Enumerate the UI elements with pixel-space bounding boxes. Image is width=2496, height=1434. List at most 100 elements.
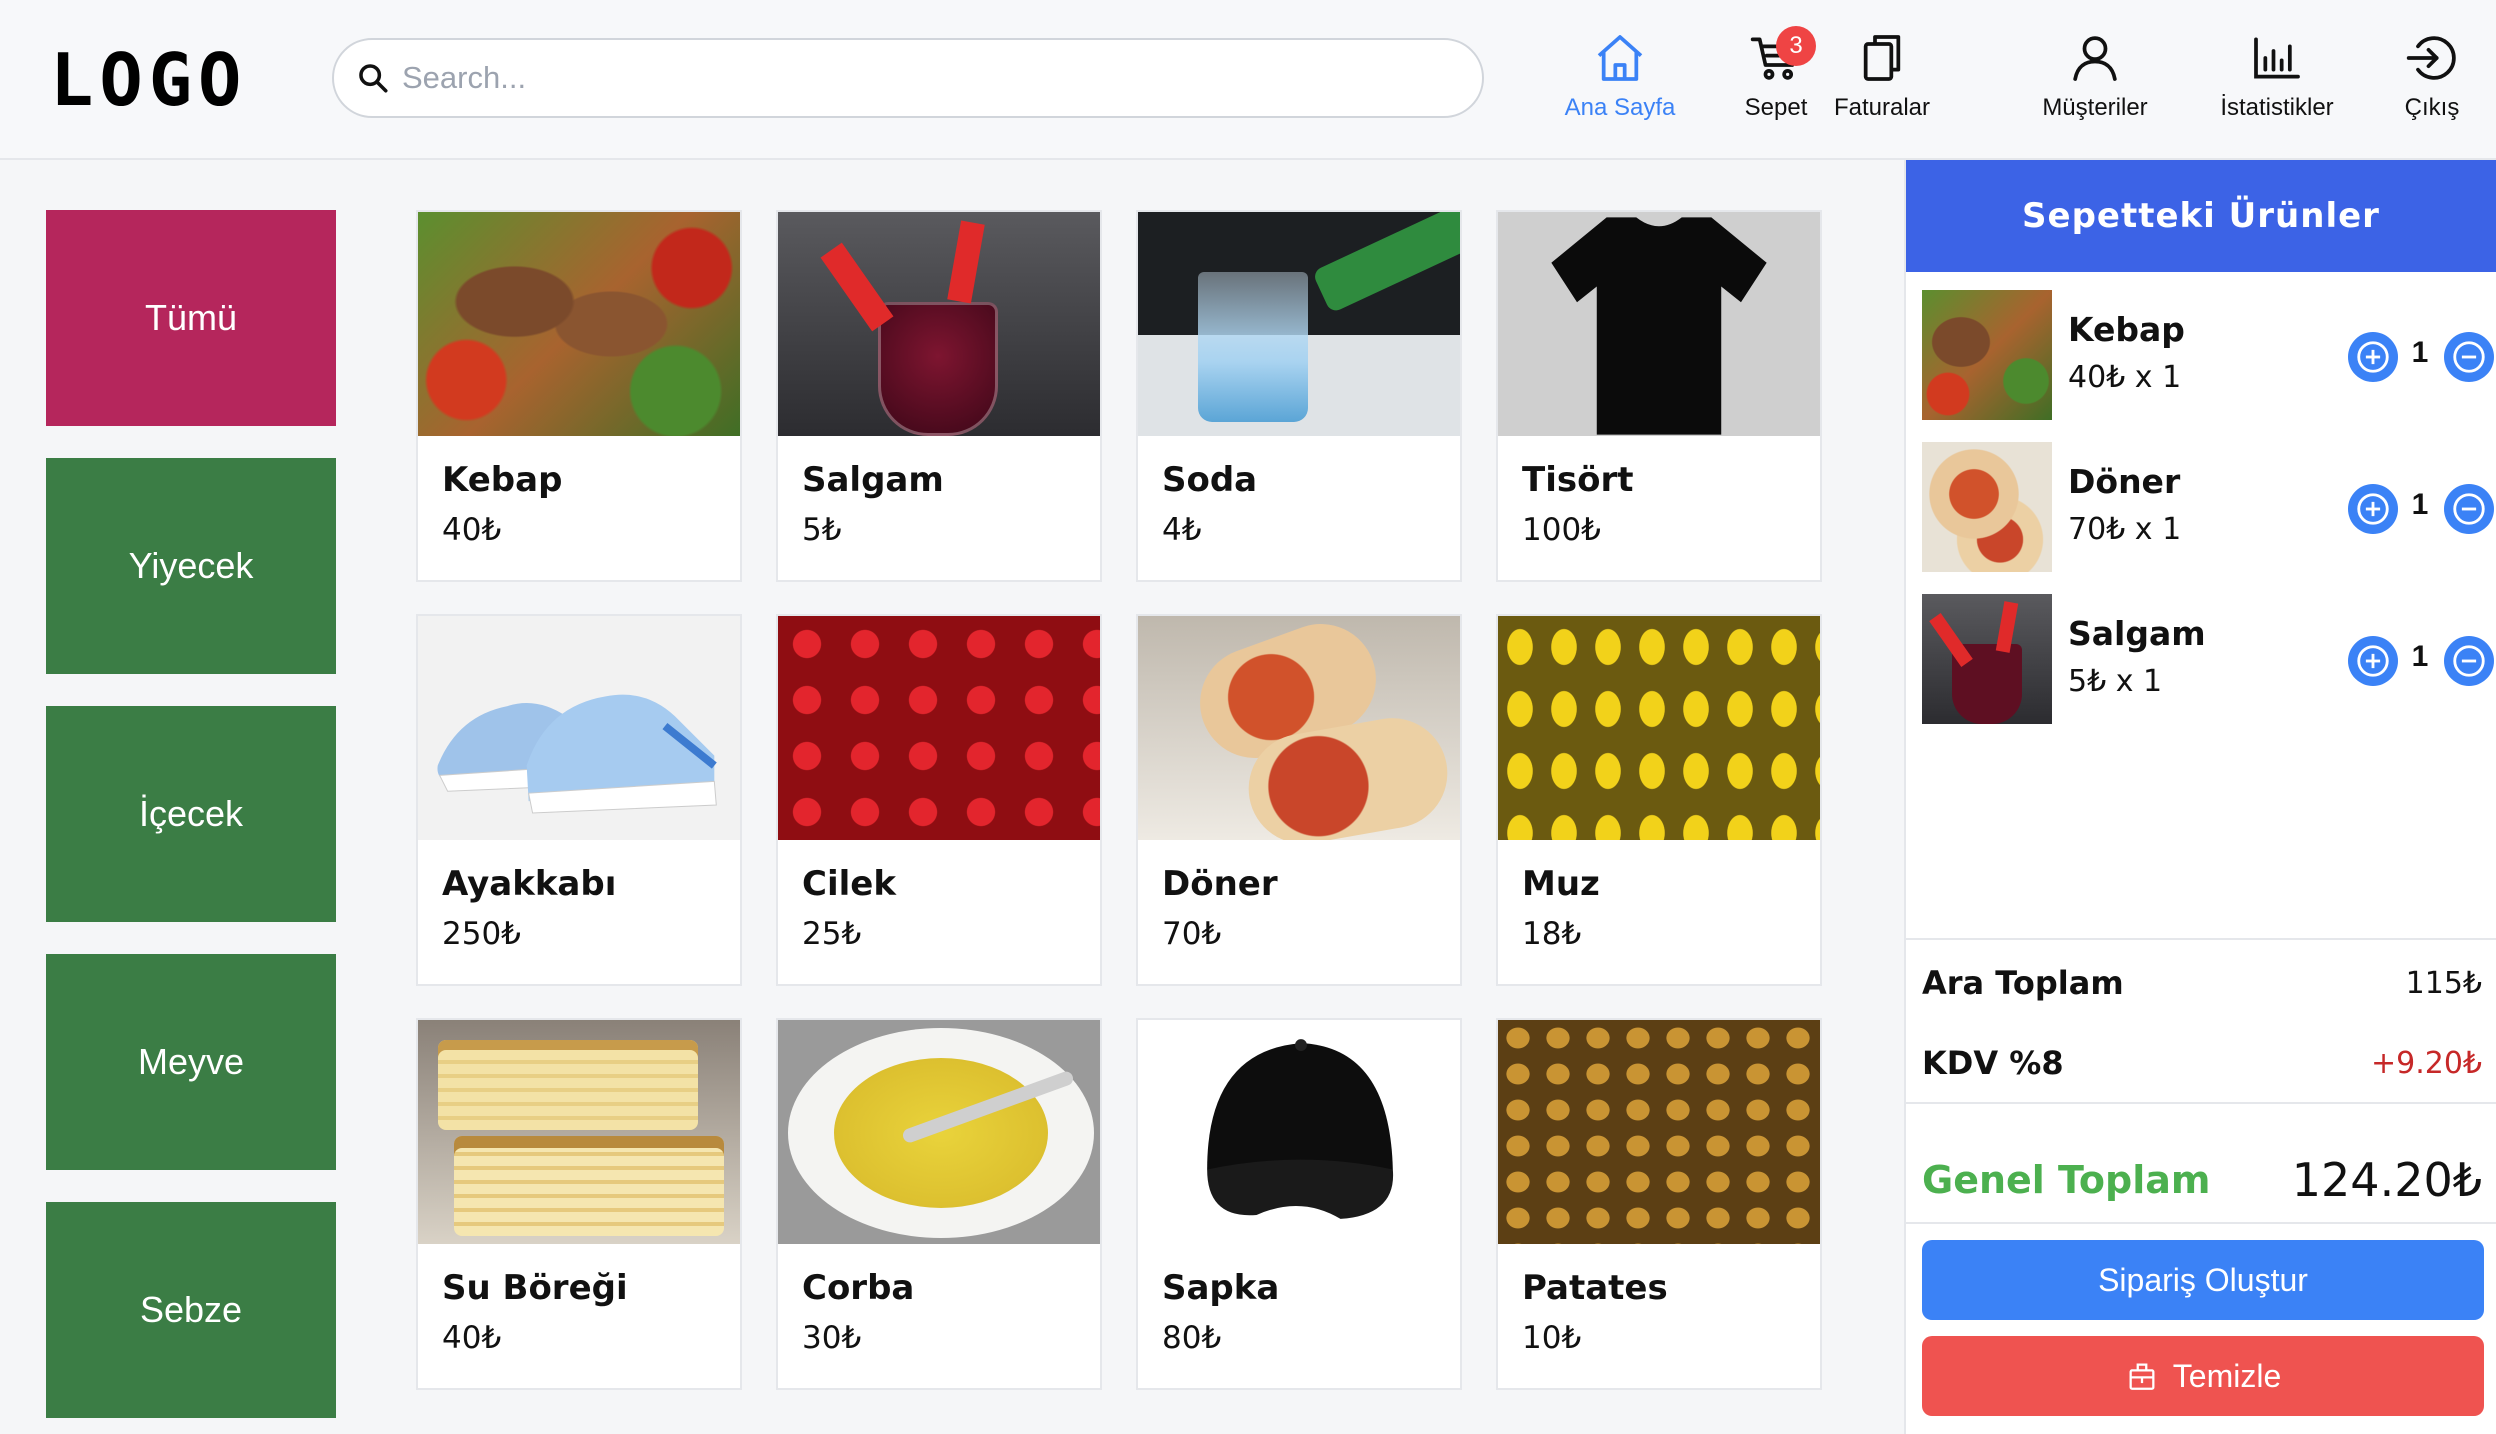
category-vegetable[interactable]: Sebze	[46, 1202, 336, 1418]
cart-item-doner: Döner 70₺ x 1 1	[1922, 442, 2494, 572]
product-name: Döner	[1162, 864, 1278, 904]
decrease-button[interactable]	[2444, 484, 2494, 534]
subtotal-row: Ara Toplam 115₺	[1922, 958, 2482, 1008]
total-row: Genel Toplam 124.20₺	[1922, 1148, 2482, 1212]
product-name: Sapka	[1162, 1268, 1280, 1308]
cart-item-price-line: 5₺ x 1	[2068, 664, 2163, 699]
salgam-image	[778, 212, 1100, 436]
product-name: Kebap	[442, 460, 563, 500]
cart-item-kebap: Kebap 40₺ x 1 1	[1922, 290, 2494, 420]
doner-image	[1138, 616, 1460, 840]
potato-image	[1498, 1020, 1820, 1244]
soup-image	[778, 1020, 1100, 1244]
product-card-tisort[interactable]: Tisört 100₺	[1496, 210, 1822, 582]
category-fruit[interactable]: Meyve	[46, 954, 336, 1170]
category-food[interactable]: Yiyecek	[46, 458, 336, 674]
plus-circle-icon	[2357, 341, 2389, 373]
cart-item-price-line: 70₺ x 1	[2068, 512, 2182, 547]
cart-item-name: Kebap	[2068, 310, 2185, 349]
nav-customers-label: Müşteriler	[2042, 94, 2148, 121]
minus-circle-icon	[2453, 341, 2485, 373]
logout-icon	[2406, 36, 2456, 80]
cap-image	[1138, 1020, 1460, 1244]
cart-title: Sepetteki Ürünler	[1906, 160, 2496, 272]
product-price: 80₺	[1162, 1320, 1222, 1356]
product-card-ayakkabi[interactable]: Ayakkabı 250₺	[416, 614, 742, 986]
create-order-button[interactable]: Sipariş Oluştur	[1922, 1240, 2484, 1320]
tax-row: KDV %8 +9.20₺	[1922, 1038, 2482, 1088]
increase-button[interactable]	[2348, 484, 2398, 534]
borek-image	[418, 1020, 740, 1244]
minus-circle-icon	[2453, 493, 2485, 525]
strawberry-image	[778, 616, 1100, 840]
shoe-image	[418, 616, 740, 840]
clear-icon	[2129, 1363, 2155, 1390]
subtotal-label: Ara Toplam	[1922, 964, 2124, 1002]
divider	[1906, 938, 2496, 940]
nav-home-label: Ana Sayfa	[1564, 94, 1676, 121]
nav-statistics[interactable]: İstatistikler	[2210, 30, 2344, 122]
cart-item-name: Salgam	[2068, 614, 2206, 653]
logo[interactable]: LOGO	[50, 38, 247, 122]
doner-thumb	[1922, 442, 2052, 572]
product-card-cilek[interactable]: Cilek 25₺	[776, 614, 1102, 986]
product-card-corba[interactable]: Corba 30₺	[776, 1018, 1102, 1390]
nav-invoices[interactable]: Faturalar	[1822, 30, 1942, 122]
product-card-muz[interactable]: Muz 18₺	[1496, 614, 1822, 986]
search-input[interactable]	[402, 60, 1442, 96]
product-name: Muz	[1522, 864, 1600, 904]
decrease-button[interactable]	[2444, 332, 2494, 382]
home-icon	[1597, 35, 1643, 81]
product-price: 5₺	[802, 512, 842, 548]
increase-button[interactable]	[2348, 332, 2398, 382]
product-card-patates[interactable]: Patates 10₺	[1496, 1018, 1822, 1390]
nav-logout[interactable]: Çıkış	[2394, 30, 2470, 122]
clear-cart-button[interactable]: Temizle	[1922, 1336, 2484, 1416]
nav-invoices-label: Faturalar	[1833, 94, 1931, 121]
clear-cart-label: Temizle	[2172, 1357, 2282, 1394]
product-price: 250₺	[442, 916, 521, 952]
product-card-sapka[interactable]: Sapka 80₺	[1136, 1018, 1462, 1390]
salgam-thumb	[1922, 594, 2052, 724]
product-card-su-boregi[interactable]: Su Böreği 40₺	[416, 1018, 742, 1390]
nav-logout-label: Çıkış	[2404, 94, 2460, 121]
tshirt-image	[1498, 212, 1820, 436]
divider	[1906, 1102, 2496, 1104]
invoices-icon	[1863, 35, 1901, 81]
nav-home[interactable]: Ana Sayfa	[1560, 30, 1680, 122]
search-bar[interactable]	[332, 38, 1484, 118]
cart-count-badge: 3	[1776, 26, 1816, 66]
nav-statistics-label: İstatistikler	[2220, 94, 2334, 121]
subtotal-value: 115₺	[2405, 965, 2482, 1001]
minus-circle-icon	[2453, 645, 2485, 677]
cart-item-name: Döner	[2068, 462, 2181, 501]
product-card-doner[interactable]: Döner 70₺	[1136, 614, 1462, 986]
nav-cart[interactable]: 3 Sepet	[1736, 26, 1816, 122]
cart-item-qty: 1	[2411, 336, 2429, 369]
category-all[interactable]: Tümü	[46, 210, 336, 426]
product-price: 100₺	[1522, 512, 1601, 548]
product-card-soda[interactable]: Soda 4₺	[1136, 210, 1462, 582]
cart-panel: Sepetteki Ürünler Kebap 40₺ x 1 1 Döner …	[1904, 160, 2496, 1434]
tax-label: KDV %8	[1922, 1044, 2064, 1082]
category-drinks[interactable]: İçecek	[46, 706, 336, 922]
total-label: Genel Toplam	[1922, 1158, 2211, 1202]
user-icon	[2073, 36, 2117, 81]
product-price: 70₺	[1162, 916, 1222, 952]
chart-icon	[2254, 37, 2300, 79]
product-card-kebap[interactable]: Kebap 40₺	[416, 210, 742, 582]
product-card-salgam[interactable]: Salgam 5₺	[776, 210, 1102, 582]
product-price: 25₺	[802, 916, 862, 952]
plus-circle-icon	[2357, 645, 2389, 677]
kebap-image	[418, 212, 740, 436]
tax-value: +9.20₺	[2370, 1045, 2482, 1081]
decrease-button[interactable]	[2444, 636, 2494, 686]
product-name: Salgam	[802, 460, 944, 500]
increase-button[interactable]	[2348, 636, 2398, 686]
product-name: Tisört	[1522, 460, 1634, 500]
nav-customers[interactable]: Müşteriler	[2030, 30, 2160, 122]
soda-image	[1138, 212, 1460, 436]
kebap-thumb	[1922, 290, 2052, 420]
cart-item-qty: 1	[2411, 488, 2429, 521]
product-name: Ayakkabı	[442, 864, 617, 904]
